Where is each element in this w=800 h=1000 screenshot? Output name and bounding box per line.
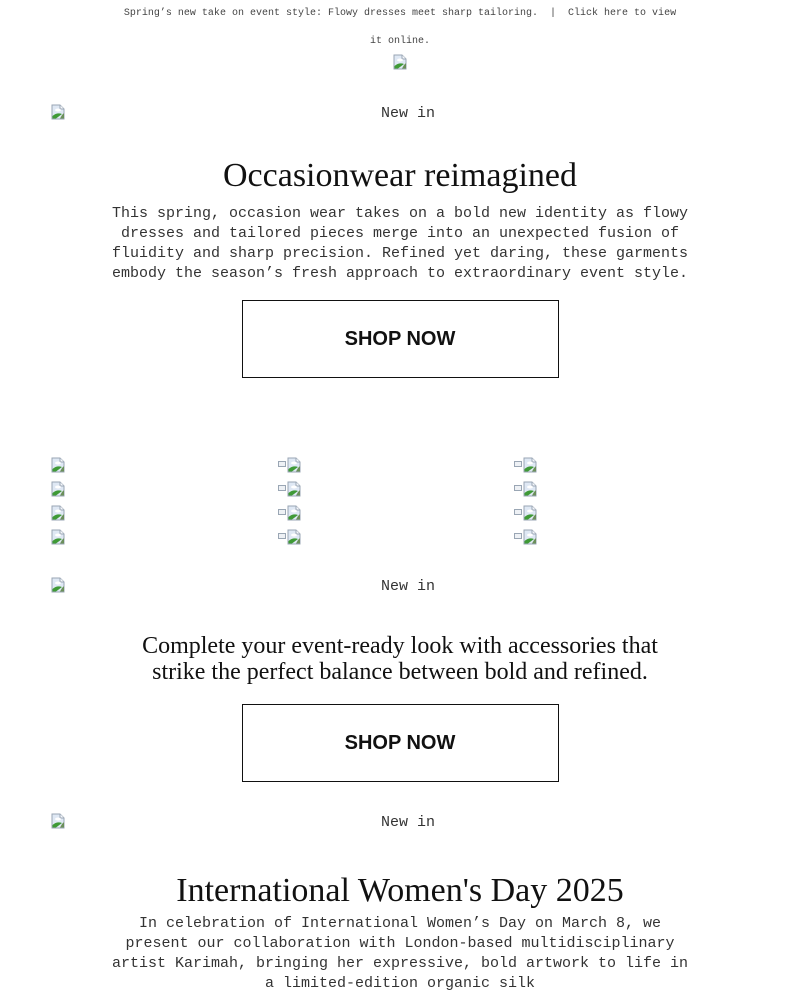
broken-image-icon: [286, 505, 302, 521]
hero2-image-alt: New in: [380, 578, 435, 595]
product-image[interactable]: [278, 457, 302, 473]
preheader-teaser: Spring’s new take on event style: Flowy …: [123, 8, 538, 19]
broken-image-icon: [50, 505, 66, 521]
hero3-image[interactable]: New in: [0, 813, 800, 837]
broken-image-icon: [286, 481, 302, 497]
product-image[interactable]: [50, 529, 66, 547]
broken-image-icon: [522, 505, 538, 521]
hero2-image[interactable]: New in: [0, 577, 800, 601]
broken-image-icon: [50, 529, 66, 545]
product-image[interactable]: [50, 457, 66, 475]
spacer-image-icon: [278, 509, 286, 515]
product-grid-row: [50, 529, 550, 553]
hero1-title: Occasionwear reimagined: [223, 157, 577, 194]
hero2-title: Complete your event-ready look with acce…: [142, 633, 658, 685]
hero1-body: This spring, occasion wear takes on a bo…: [111, 205, 689, 282]
product-image[interactable]: [278, 529, 302, 545]
broken-image-icon: [286, 529, 302, 545]
broken-image-icon: [522, 457, 538, 473]
shop-now-button[interactable]: SHOP NOW: [241, 300, 559, 378]
preheader-separator: |: [550, 8, 557, 19]
broken-image-icon: [522, 481, 538, 497]
product-grid-row: [50, 457, 550, 481]
spacer-image-icon: [514, 485, 522, 491]
preheader: Spring’s new take on event style: Flowy …: [115, 0, 685, 56]
product-grid-row: [50, 481, 550, 505]
product-image[interactable]: [50, 481, 66, 499]
hero1-image[interactable]: New in: [0, 104, 800, 128]
spacer-image-icon: [514, 509, 522, 515]
spacer-image-icon: [278, 461, 286, 467]
broken-image-icon: [50, 457, 66, 473]
broken-image-icon: [286, 457, 302, 473]
hero3-title: International Women's Day 2025: [176, 872, 624, 909]
product-image[interactable]: [278, 505, 302, 521]
product-image[interactable]: [514, 481, 538, 497]
product-grid: [50, 457, 550, 553]
product-image[interactable]: [50, 505, 66, 523]
logo[interactable]: [0, 54, 800, 74]
spacer-image-icon: [278, 533, 286, 539]
product-grid-row: [50, 505, 550, 529]
spacer-image-icon: [514, 461, 522, 467]
broken-image-icon: [522, 529, 538, 545]
product-image[interactable]: [514, 505, 538, 521]
hero3-body: In celebration of International Women’s …: [111, 915, 689, 992]
spacer-image-icon: [278, 485, 286, 491]
hero1-image-alt: New in: [380, 105, 435, 122]
broken-image-icon: [50, 481, 66, 497]
broken-image-icon: [392, 54, 408, 70]
hero3-image-alt: New in: [380, 814, 435, 831]
shop-now-button[interactable]: SHOP NOW: [241, 704, 559, 782]
product-image[interactable]: [278, 481, 302, 497]
product-image[interactable]: [514, 529, 538, 545]
product-image[interactable]: [514, 457, 538, 473]
spacer-image-icon: [514, 533, 522, 539]
